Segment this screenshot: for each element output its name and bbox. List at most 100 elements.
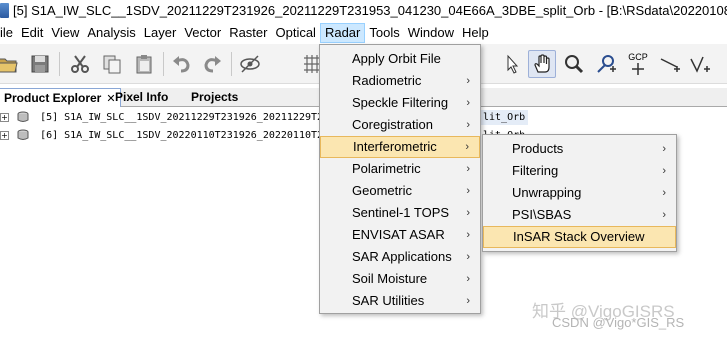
line-tool-icon[interactable] xyxy=(656,50,684,78)
menu-raster[interactable]: Raster xyxy=(225,23,271,43)
menu-item-sar-applications[interactable]: SAR Applications › xyxy=(320,246,480,268)
menu-item-label: InSAR Stack Overview xyxy=(513,229,645,244)
pan-tool-icon[interactable] xyxy=(528,50,556,78)
menu-item-geometric[interactable]: Geometric › xyxy=(320,180,480,202)
select-tool-icon[interactable] xyxy=(498,50,526,78)
radar-menu: Apply Orbit File Radiometric › Speckle Fi… xyxy=(319,44,481,314)
menu-item-label: Polarimetric xyxy=(352,161,421,176)
submenu-arrow-icon: › xyxy=(466,97,470,109)
paste-icon[interactable] xyxy=(130,50,158,78)
menu-item-label: Speckle Filtering xyxy=(352,95,449,110)
menu-item-radiometric[interactable]: Radiometric › xyxy=(320,70,480,92)
app-icon xyxy=(0,3,9,18)
submenu-arrow-icon: › xyxy=(466,75,470,87)
menu-item-label: SAR Applications xyxy=(352,249,452,264)
menu-layer[interactable]: Layer xyxy=(140,23,181,43)
cut-icon[interactable] xyxy=(66,50,94,78)
product-label: [5] S1A_IW_SLC__1SDV_20211229T231926_202… xyxy=(40,112,324,123)
menu-radar[interactable]: Radar xyxy=(319,23,366,43)
submenu-arrow-icon: › xyxy=(466,295,470,307)
pin-tool-icon[interactable] xyxy=(592,50,620,78)
menu-tools[interactable]: Tools xyxy=(365,23,403,43)
menu-item-label: Coregistration xyxy=(352,117,433,132)
redo-icon[interactable] xyxy=(198,50,226,78)
tab-label: Projects xyxy=(191,90,239,104)
menu-file[interactable]: ile xyxy=(0,23,17,43)
menu-item-label: PSI\SBAS xyxy=(512,207,572,222)
save-icon[interactable] xyxy=(26,50,54,78)
submenu-arrow-icon: › xyxy=(466,251,470,263)
menu-item-unwrapping[interactable]: Unwrapping › xyxy=(483,182,676,204)
submenu-arrow-icon: › xyxy=(466,229,470,241)
tree-row-product-5[interactable]: + [5] S1A_IW_SLC__1SDV_20211229T231926_2… xyxy=(0,110,323,126)
menu-item-label: Soil Moisture xyxy=(352,271,428,286)
menu-item-label: Interferometric xyxy=(353,139,437,154)
tab-product-explorer[interactable]: Product Explorer ✕ xyxy=(0,88,121,107)
menu-item-apply-orbit-file[interactable]: Apply Orbit File xyxy=(320,48,480,70)
menu-item-filtering[interactable]: Filtering › xyxy=(483,160,676,182)
menu-item-label: Radiometric xyxy=(352,73,422,88)
menu-item-sentinel-1-tops[interactable]: Sentinel-1 TOPS › xyxy=(320,202,480,224)
tab-label: Product Explorer xyxy=(4,91,102,105)
zoom-tool-icon[interactable] xyxy=(560,50,588,78)
tab-label: Pixel Info xyxy=(115,90,169,104)
menu-view[interactable]: View xyxy=(47,23,83,43)
menu-optical[interactable]: Optical xyxy=(271,23,319,43)
expand-icon[interactable]: + xyxy=(0,130,9,140)
submenu-arrow-icon: › xyxy=(465,141,469,153)
product-icon xyxy=(17,129,29,140)
menu-item-envisat-asar[interactable]: ENVISAT ASAR › xyxy=(320,224,480,246)
tree-label-fragment: lit_Orb xyxy=(480,110,529,125)
menu-item-label: Products xyxy=(512,141,564,156)
toolbar-separator xyxy=(163,52,164,76)
submenu-arrow-icon: › xyxy=(662,209,666,221)
title-bar: [5] S1A_IW_SLC__1SDV_20211229T231926_202… xyxy=(0,0,727,22)
menu-item-label: Filtering xyxy=(512,163,559,178)
menu-item-soil-moisture[interactable]: Soil Moisture › xyxy=(320,268,480,290)
window-title: [5] S1A_IW_SLC__1SDV_20211229T231926_202… xyxy=(13,3,727,18)
product-label: [6] S1A_IW_SLC__1SDV_20220110T231926_202… xyxy=(40,130,324,141)
tab-projects[interactable]: Projects xyxy=(187,88,242,107)
menu-item-label: ENVISAT ASAR xyxy=(352,227,445,242)
toolbar-separator xyxy=(59,52,60,76)
menu-vector[interactable]: Vector xyxy=(180,23,225,43)
menu-item-insar-stack-overview[interactable]: InSAR Stack Overview xyxy=(483,226,676,248)
submenu-arrow-icon: › xyxy=(466,185,470,197)
submenu-arrow-icon: › xyxy=(662,187,666,199)
submenu-arrow-icon: › xyxy=(466,119,470,131)
open-icon[interactable] xyxy=(0,50,22,78)
menu-bar: ile Edit View Analysis Layer Vector Rast… xyxy=(0,22,727,44)
menu-analysis[interactable]: Analysis xyxy=(83,23,139,43)
expand-icon[interactable]: + xyxy=(0,112,9,122)
menu-item-label: SAR Utilities xyxy=(352,293,425,308)
tab-pixel-info[interactable]: Pixel Info xyxy=(111,88,172,107)
undo-icon[interactable] xyxy=(168,50,196,78)
submenu-arrow-icon: › xyxy=(466,207,470,219)
tree-row-product-6[interactable]: + [6] S1A_IW_SLC__1SDV_20220110T231926_2… xyxy=(0,128,323,144)
copy-icon[interactable] xyxy=(98,50,126,78)
menu-item-psi-sbas[interactable]: PSI\SBAS › xyxy=(483,204,676,226)
menu-help[interactable]: Help xyxy=(458,23,493,43)
menu-item-interferometric[interactable]: Interferometric › xyxy=(320,136,480,158)
menu-item-label: Unwrapping xyxy=(512,185,582,200)
visibility-icon[interactable] xyxy=(236,50,264,78)
submenu-arrow-icon: › xyxy=(662,165,666,177)
menu-item-polarimetric[interactable]: Polarimetric › xyxy=(320,158,480,180)
menu-item-label: Geometric xyxy=(352,183,412,198)
toolbar-separator xyxy=(231,52,232,76)
menu-item-coregistration[interactable]: Coregistration › xyxy=(320,114,480,136)
watermark-csdn: CSDN @Vigo*GIS_RS xyxy=(552,315,685,330)
submenu-arrow-icon: › xyxy=(466,163,470,175)
menu-item-speckle-filtering[interactable]: Speckle Filtering › xyxy=(320,92,480,114)
menu-item-sar-utilities[interactable]: SAR Utilities › xyxy=(320,290,480,312)
gcp-tool-icon[interactable]: GCP xyxy=(624,50,652,78)
menu-edit[interactable]: Edit xyxy=(17,23,47,43)
polyline-tool-icon[interactable] xyxy=(686,50,714,78)
submenu-arrow-icon: › xyxy=(466,273,470,285)
gcp-label: GCP xyxy=(628,51,648,62)
menu-item-label: Sentinel-1 TOPS xyxy=(352,205,450,220)
menu-item-products[interactable]: Products › xyxy=(483,138,676,160)
menu-window[interactable]: Window xyxy=(404,23,458,43)
product-icon xyxy=(17,111,29,122)
submenu-arrow-icon: › xyxy=(662,143,666,155)
